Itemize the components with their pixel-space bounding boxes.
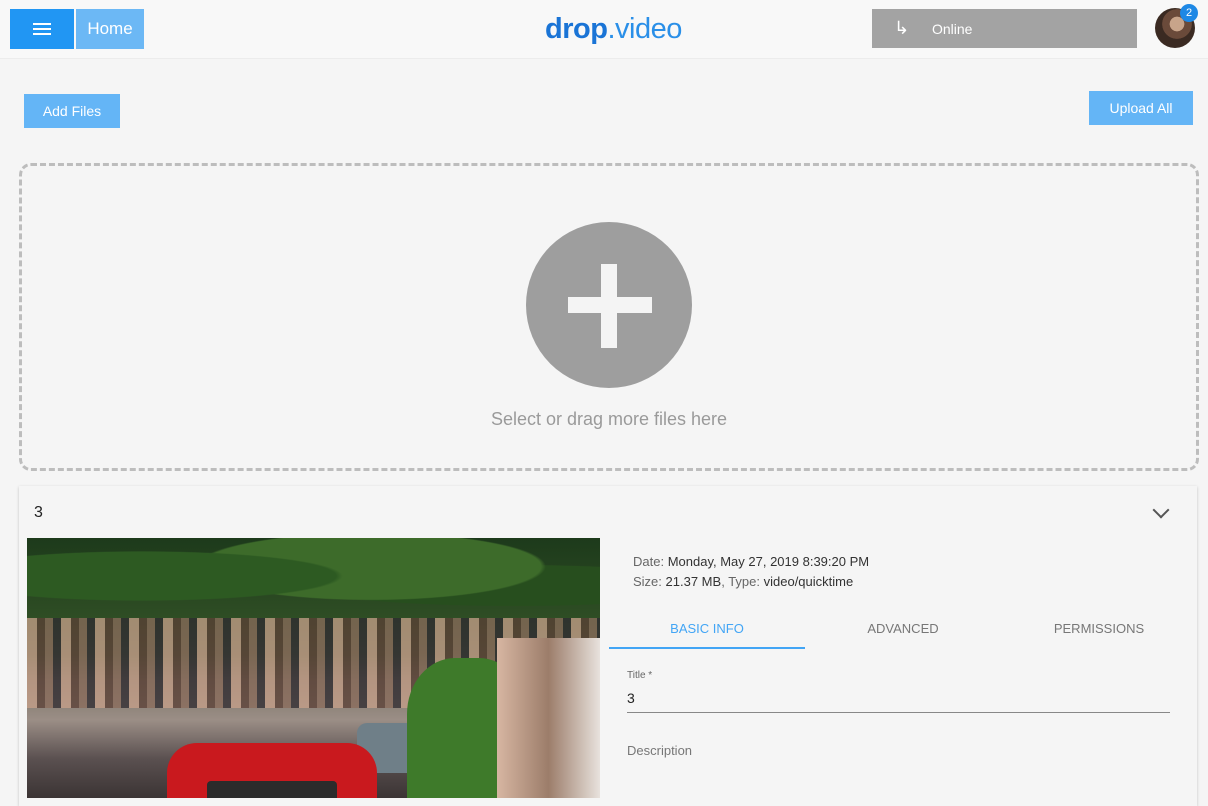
video-thumbnail — [27, 538, 600, 798]
dropzone-prompt: Select or drag more files here — [490, 409, 728, 429]
turn-right-arrow-icon: ↳ — [894, 18, 910, 38]
add-files-button[interactable]: Add Files — [24, 94, 120, 128]
tab-permissions[interactable]: PERMISSIONS — [1001, 608, 1197, 649]
app-logo[interactable]: drop .video — [545, 12, 682, 46]
file-dropzone[interactable]: Select or drag more files here — [19, 163, 1199, 471]
status-label: Online — [932, 20, 973, 37]
logo-text-video: .video — [607, 12, 682, 45]
online-status-button[interactable]: ↳ Online — [872, 9, 1137, 48]
top-bar: Home drop .video ↳ Online 2 — [0, 0, 1208, 59]
home-button[interactable]: Home — [76, 9, 144, 49]
notification-badge: 2 — [1180, 4, 1198, 22]
title-field[interactable] — [627, 684, 1170, 713]
file-tabs: BASIC INFO ADVANCED PERMISSIONS — [609, 608, 1197, 649]
file-size-row: Size: 21.37 MB, Type: video/quicktime — [633, 574, 854, 589]
description-field-label[interactable]: Description — [627, 743, 692, 758]
file-card-title: 3 — [34, 504, 43, 521]
file-metadata: Date: Monday, May 27, 2019 8:39:20 PM Si… — [633, 552, 869, 592]
file-size-value: 21.37 MB — [665, 574, 722, 589]
file-type-value: video/quicktime — [763, 574, 854, 589]
upload-all-button[interactable]: Upload All — [1089, 91, 1193, 125]
file-date-row: Date: Monday, May 27, 2019 8:39:20 PM — [633, 554, 870, 569]
menu-button[interactable] — [10, 9, 74, 49]
tab-advanced[interactable]: ADVANCED — [805, 608, 1001, 649]
chevron-down-icon[interactable] — [1152, 501, 1170, 519]
file-date-value: Monday, May 27, 2019 8:39:20 PM — [667, 554, 870, 569]
file-card: 3 Date: Monday, May 27, 2019 8:39:20 PM … — [19, 486, 1197, 806]
logo-text-drop: drop — [545, 12, 608, 45]
tab-basic-info[interactable]: BASIC INFO — [609, 608, 805, 649]
add-circle-icon[interactable] — [526, 222, 692, 388]
title-field-label: Title * — [627, 670, 653, 681]
hamburger-icon — [33, 23, 51, 35]
active-tab-indicator — [609, 647, 805, 649]
